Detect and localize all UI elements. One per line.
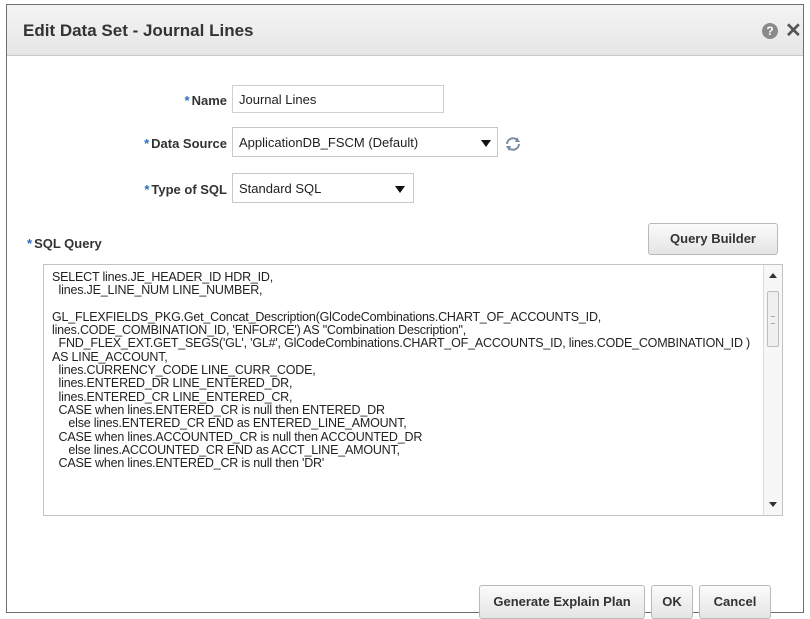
query-builder-button[interactable]: Query Builder	[648, 223, 778, 255]
data-source-label: * Data Source	[87, 136, 227, 151]
chevron-down-icon	[395, 186, 405, 193]
name-label-text: Name	[191, 93, 227, 108]
sql-query-label-text: SQL Query	[34, 236, 102, 251]
dialog-titlebar: Edit Data Set - Journal Lines ? ✕	[7, 5, 803, 56]
chevron-down-icon	[481, 140, 491, 147]
sql-query-scrollbar[interactable]	[763, 265, 782, 515]
ok-button[interactable]: OK	[651, 585, 693, 619]
required-marker: *	[27, 236, 33, 251]
type-of-sql-value: Standard SQL	[239, 181, 322, 196]
cancel-button[interactable]: Cancel	[699, 585, 771, 619]
scroll-up-icon[interactable]	[769, 273, 777, 278]
data-source-label-text: Data Source	[151, 136, 227, 151]
sql-query-text[interactable]: SELECT lines.JE_HEADER_ID HDR_ID, lines.…	[52, 270, 758, 470]
dialog-title: Edit Data Set - Journal Lines	[23, 21, 254, 40]
help-icon[interactable]: ?	[762, 23, 778, 39]
data-source-select[interactable]: ApplicationDB_FSCM (Default)	[232, 127, 498, 157]
close-icon[interactable]: ✕	[785, 18, 802, 43]
required-marker: *	[144, 182, 150, 197]
sql-query-editor[interactable]: SELECT lines.JE_HEADER_ID HDR_ID, lines.…	[43, 264, 783, 516]
name-field[interactable]: Journal Lines	[232, 85, 444, 113]
scroll-thumb[interactable]	[767, 291, 779, 347]
data-source-value: ApplicationDB_FSCM (Default)	[239, 135, 419, 150]
scroll-down-icon[interactable]	[769, 502, 777, 507]
generate-explain-plan-button[interactable]: Generate Explain Plan	[479, 585, 645, 619]
type-of-sql-label-text: Type of SQL	[151, 182, 227, 197]
name-label: * Name	[127, 93, 227, 108]
grip-icon	[771, 316, 775, 324]
sql-query-label: * SQL Query	[27, 236, 102, 251]
edit-data-set-dialog: Edit Data Set - Journal Lines ? ✕ * Name …	[6, 4, 804, 619]
type-of-sql-label: * Type of SQL	[87, 182, 227, 197]
required-marker: *	[144, 136, 150, 151]
refresh-icon[interactable]	[504, 135, 522, 153]
required-marker: *	[184, 93, 190, 108]
type-of-sql-select[interactable]: Standard SQL	[232, 173, 414, 203]
